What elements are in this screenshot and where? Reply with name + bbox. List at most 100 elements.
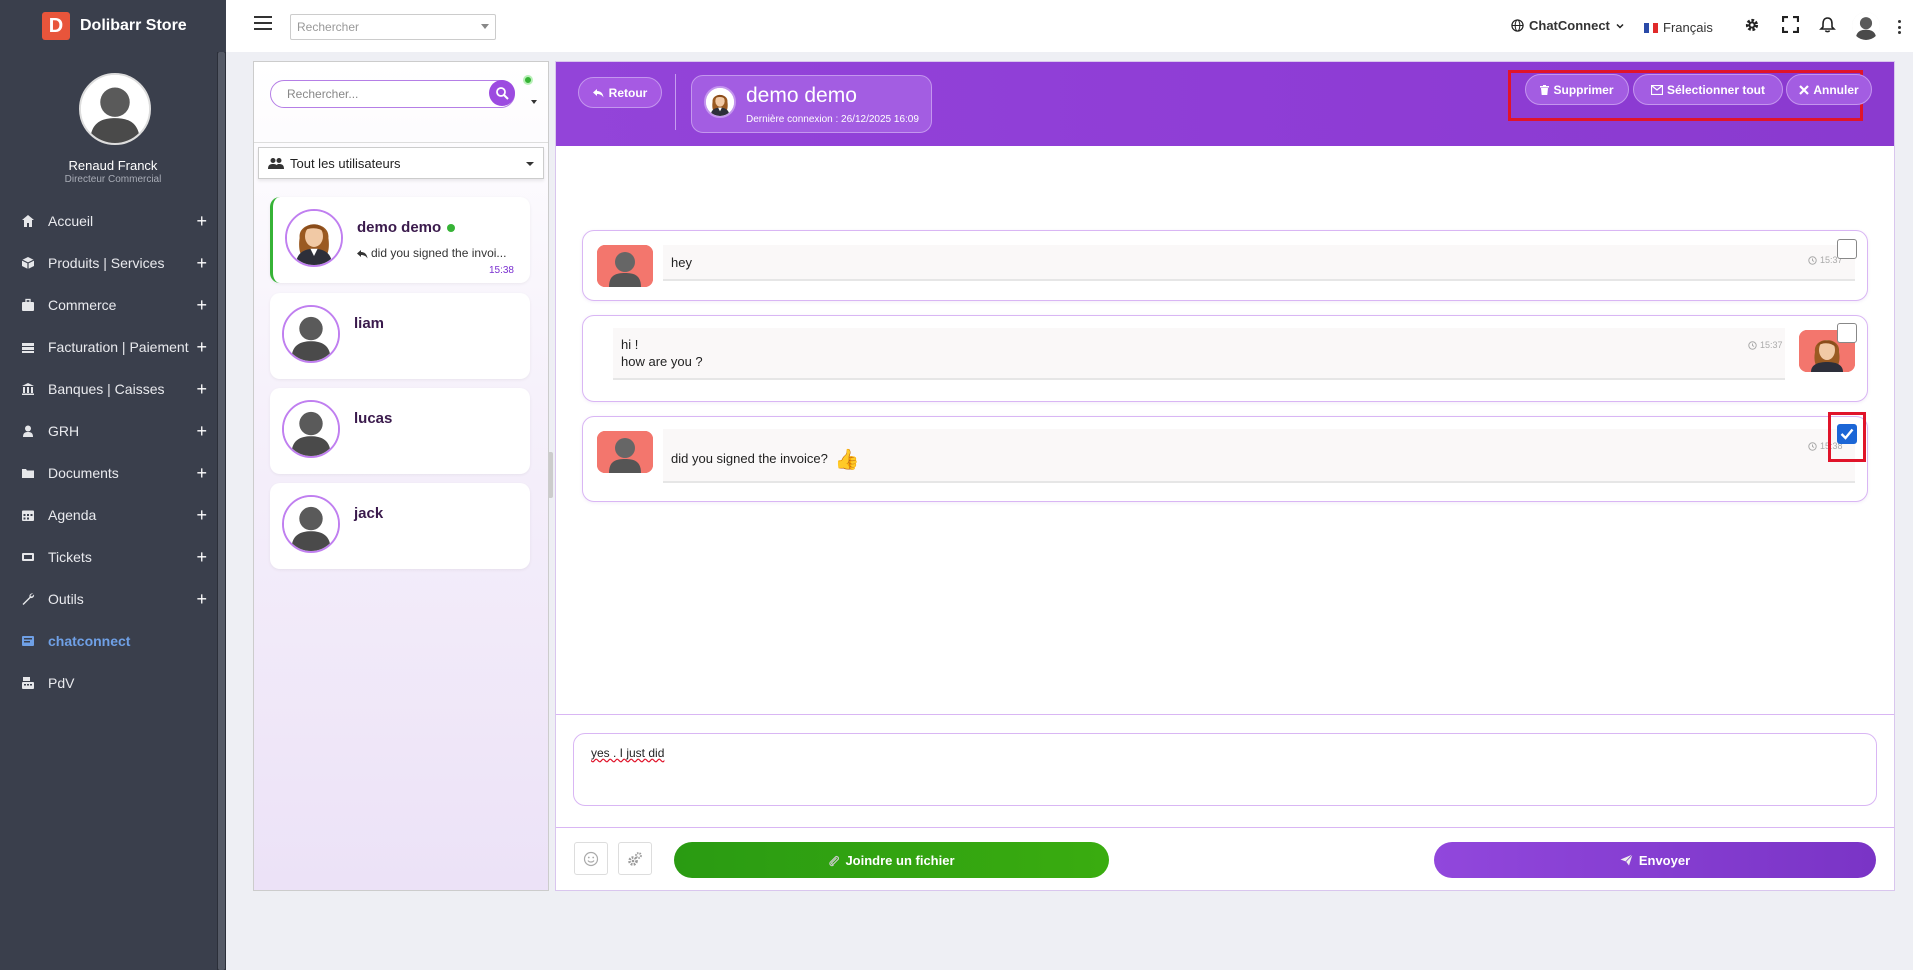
message-time: 15:37	[1748, 340, 1783, 350]
settings-button[interactable]	[618, 842, 652, 875]
expand-plus-icon[interactable]: +	[196, 589, 207, 610]
chat-header: Retour demo demo Dernière connexion : 26…	[556, 62, 1894, 146]
bank-icon	[20, 381, 36, 397]
language-label: Français	[1663, 20, 1713, 35]
expand-plus-icon[interactable]: +	[196, 421, 207, 442]
user-menu-avatar[interactable]	[1852, 12, 1880, 40]
sidebar-item-grh[interactable]: GRH +	[0, 410, 217, 452]
expand-plus-icon[interactable]: +	[196, 337, 207, 358]
box-icon	[20, 255, 36, 271]
emoji-button[interactable]	[574, 842, 608, 875]
sidebar-item-accueil[interactable]: Accueil +	[0, 200, 217, 242]
sidebar-item-facturation[interactable]: Facturation | Paiement +	[0, 326, 217, 368]
chatconnect-module-menu[interactable]: ChatConnect	[1511, 18, 1625, 33]
message-item[interactable]: did you signed the invoice? 👍 15:38	[582, 412, 1868, 502]
attach-file-label: Joindre un fichier	[845, 852, 955, 868]
sidebar-item-commerce[interactable]: Commerce +	[0, 284, 217, 326]
gear-icon[interactable]	[1743, 16, 1763, 36]
paperclip-icon	[829, 855, 840, 866]
fullscreen-icon[interactable]	[1782, 16, 1802, 36]
more-vertical-icon[interactable]	[1898, 20, 1902, 34]
sidebar-item-pdv[interactable]: PdV	[0, 662, 217, 704]
expand-plus-icon[interactable]: +	[196, 505, 207, 526]
contact-avatar	[282, 495, 340, 553]
sidebar-item-label: Agenda	[48, 507, 97, 523]
sidebar-item-label: GRH	[48, 423, 80, 439]
sidebar-item-outils[interactable]: Outils +	[0, 578, 217, 620]
contact-card-lucas[interactable]: lucas	[270, 388, 530, 474]
toolbar-divider	[556, 827, 1894, 828]
contact-last-message-text: did you signed the invoi...	[371, 246, 507, 260]
attach-file-button[interactable]: Joindre un fichier	[674, 842, 1109, 878]
contact-name-text: lucas	[354, 410, 393, 427]
select-all-label: Sélectionner tout	[1666, 82, 1765, 97]
chevron-down-icon	[481, 24, 489, 29]
sidebar-item-chatconnect[interactable]: chatconnect	[0, 620, 217, 662]
trash-icon	[1540, 84, 1550, 95]
panel-resize-handle[interactable]	[548, 452, 553, 498]
message-select-checkbox[interactable]	[1837, 323, 1857, 343]
sidebar-item-label: Facturation | Paiement	[48, 339, 189, 355]
user-filter-select[interactable]: Tout les utilisateurs	[258, 147, 544, 179]
divider	[254, 142, 548, 143]
sidebar-scrollbar[interactable]	[217, 52, 226, 970]
message-select-checkbox[interactable]	[1837, 239, 1857, 259]
paper-plane-icon	[1620, 854, 1633, 866]
expand-plus-icon[interactable]: +	[196, 211, 207, 232]
send-button[interactable]: Envoyer	[1434, 842, 1876, 878]
user-icon	[20, 423, 36, 439]
contact-search-placeholder: Rechercher...	[287, 87, 359, 101]
sidebar-item-produits[interactable]: Produits | Services +	[0, 242, 217, 284]
expand-plus-icon[interactable]: +	[196, 295, 207, 316]
menu-toggle-icon[interactable]	[254, 16, 272, 32]
cogs-icon	[628, 851, 642, 866]
sidebar-user-role: Directeur Commercial	[64, 174, 162, 185]
status-dropdown-icon[interactable]	[531, 100, 537, 104]
contact-card-demo[interactable]: demo demo did you signed the invoi... 15…	[270, 197, 530, 283]
users-icon	[268, 158, 284, 169]
contact-name-text: liam	[354, 315, 385, 332]
contact-search-input[interactable]: Rechercher...	[270, 80, 515, 108]
expand-plus-icon[interactable]: +	[196, 463, 207, 484]
cancel-button[interactable]: Annuler	[1786, 74, 1872, 105]
brand[interactable]: D Dolibarr Store	[42, 12, 187, 40]
bell-icon[interactable]	[1819, 16, 1839, 36]
delete-button[interactable]: Supprimer	[1525, 74, 1629, 105]
expand-plus-icon[interactable]: +	[196, 253, 207, 274]
expand-plus-icon[interactable]: +	[196, 547, 207, 568]
briefcase-icon	[20, 297, 36, 313]
message-input-value: yes . I just did	[591, 746, 665, 760]
back-button[interactable]: Retour	[578, 77, 662, 108]
chevron-down-icon	[1616, 23, 1624, 29]
message-bubble: did you signed the invoice? 👍	[663, 429, 1855, 483]
sidebar: D Dolibarr Store Renaud Franck Directeur…	[0, 0, 226, 970]
sidebar-user-name: Renaud Franck	[68, 158, 158, 173]
global-search-select[interactable]: Rechercher	[290, 14, 496, 40]
sidebar-user-avatar[interactable]	[79, 73, 151, 145]
smiley-icon	[583, 851, 599, 866]
message-item[interactable]: hi ! how are you ? 15:37	[582, 315, 1868, 402]
message-text-line: hi !	[621, 337, 639, 352]
contact-search-button[interactable]	[489, 80, 515, 106]
select-all-button[interactable]: Sélectionner tout	[1633, 74, 1783, 105]
contact-card-jack[interactable]: jack	[270, 483, 530, 569]
message-avatar	[597, 245, 653, 287]
sidebar-scrollbar-thumb[interactable]	[218, 52, 225, 970]
contact-card-liam[interactable]: liam	[270, 293, 530, 379]
sidebar-item-documents[interactable]: Documents +	[0, 452, 217, 494]
envelope-check-icon	[1650, 84, 1663, 95]
sidebar-item-label: Produits | Services	[48, 255, 165, 271]
sidebar-item-label: Outils	[48, 591, 84, 607]
money-icon	[20, 339, 36, 355]
contact-last-time: 15:38	[488, 265, 514, 276]
language-selector[interactable]: Français	[1644, 20, 1713, 35]
sidebar-item-banques[interactable]: Banques | Caisses +	[0, 368, 217, 410]
expand-plus-icon[interactable]: +	[196, 379, 207, 400]
message-text: hey	[671, 255, 692, 270]
sidebar-item-agenda[interactable]: Agenda +	[0, 494, 217, 536]
message-item[interactable]: hey 15:37	[582, 230, 1868, 301]
message-input[interactable]: yes . I just did	[573, 733, 1877, 806]
sidebar-item-tickets[interactable]: Tickets +	[0, 536, 217, 578]
globe-icon	[1511, 19, 1524, 32]
message-bubble: hi ! how are you ?	[613, 328, 1785, 380]
